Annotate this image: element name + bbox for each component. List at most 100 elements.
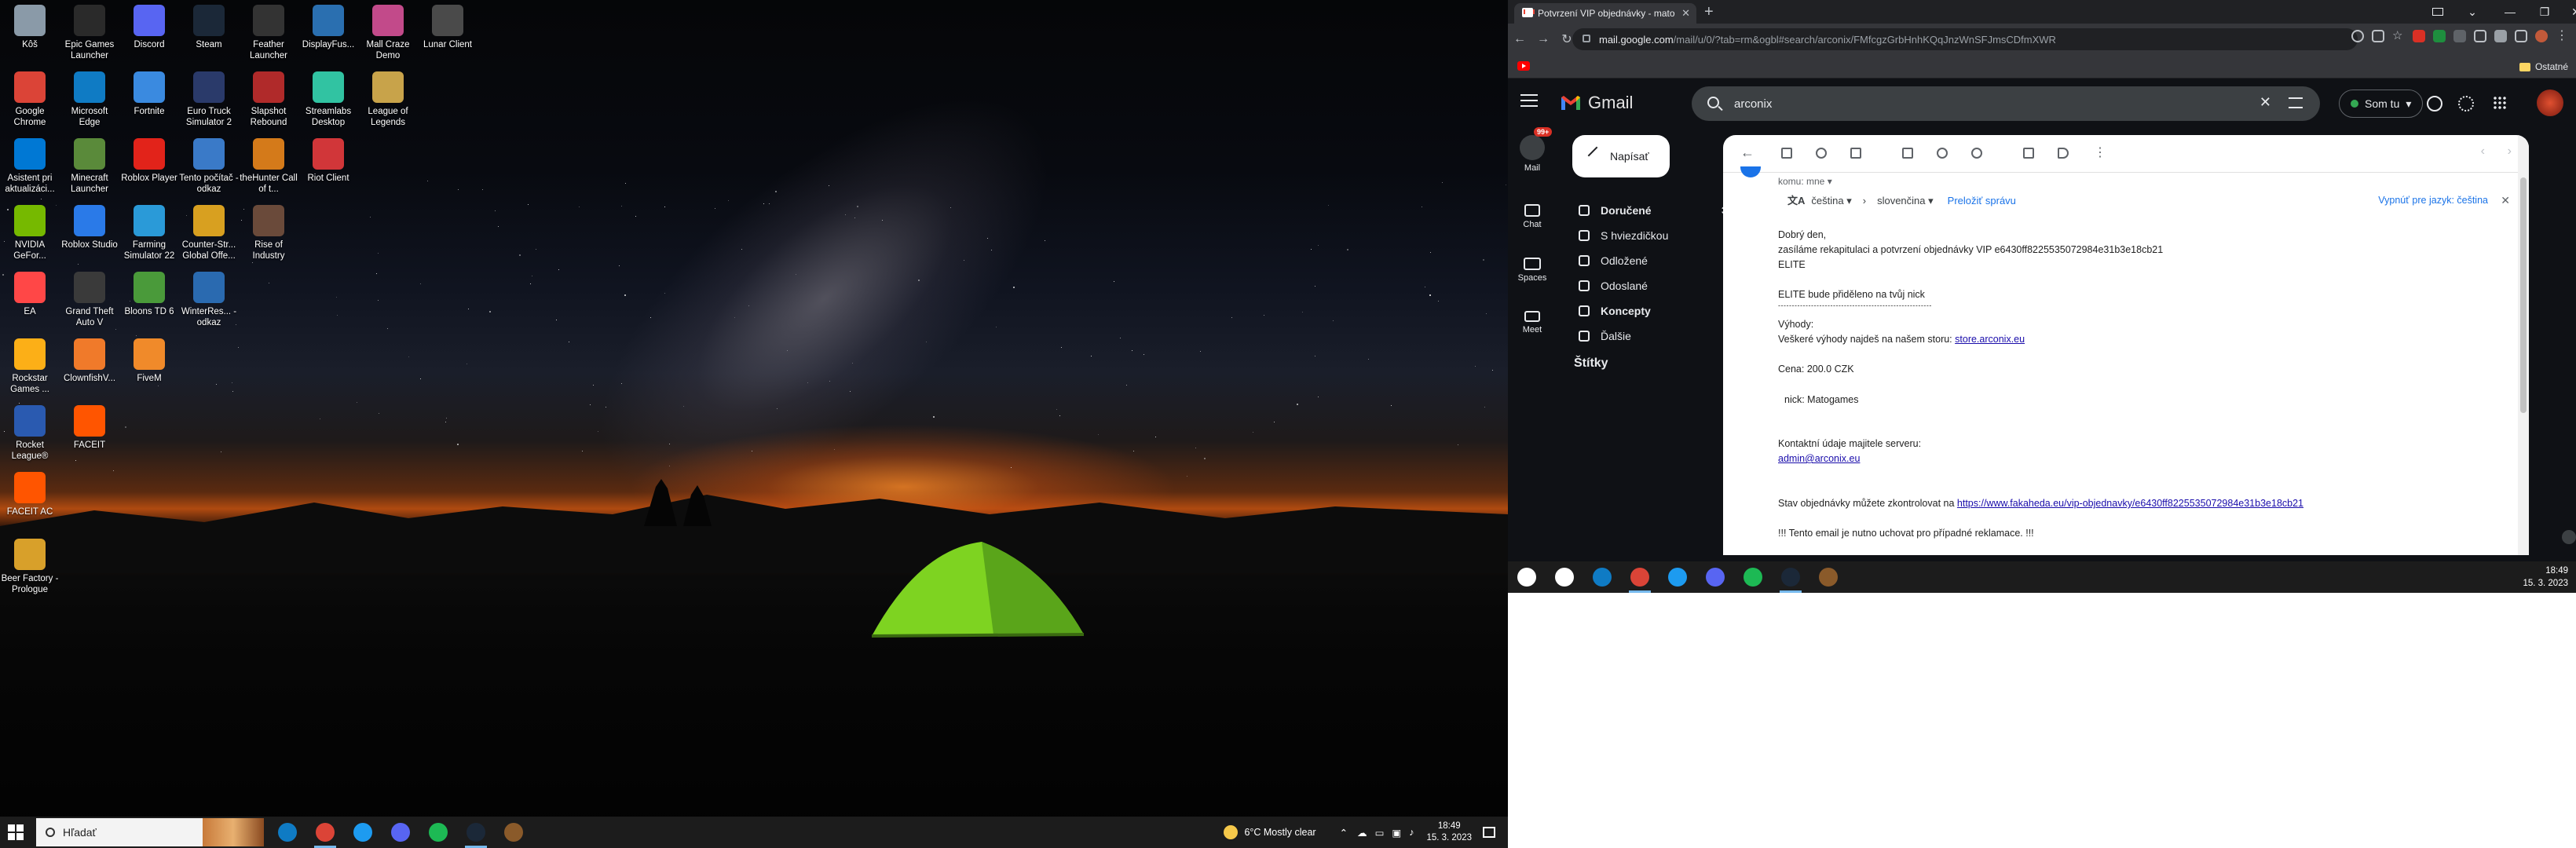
desktop-icon[interactable]: Mall Craze Demo <box>358 5 418 61</box>
desktop-icon[interactable]: Kôš <box>0 5 60 50</box>
desktop-icon[interactable]: Lunar Client <box>418 5 478 50</box>
close-translate-icon[interactable]: ✕ <box>2501 193 2510 208</box>
translate-to-select[interactable]: slovenčina ▾ <box>1877 193 1934 208</box>
status-dropdown[interactable]: Som tu ▾ <box>2339 90 2424 118</box>
taskbar-app-button[interactable] <box>1583 561 1621 593</box>
help-icon[interactable] <box>2427 96 2442 111</box>
extensions-puzzle-icon[interactable] <box>2494 30 2507 42</box>
delete-icon[interactable] <box>1850 148 1861 159</box>
side-panel-icon[interactable] <box>2515 30 2527 42</box>
settings-gear-icon[interactable] <box>2458 96 2474 111</box>
show-side-panel-icon[interactable] <box>2562 530 2576 544</box>
desktop-icon[interactable]: Euro Truck Simulator 2 <box>179 71 239 128</box>
new-tab-button[interactable]: + <box>1704 3 1714 20</box>
taskbar-search-box[interactable]: Hľadať <box>36 818 264 846</box>
desktop-icon[interactable]: Steam <box>179 5 239 50</box>
network-icon[interactable]: ▣ <box>1392 827 1401 839</box>
desktop-icon[interactable]: Grand Theft Auto V <box>60 272 119 328</box>
tab-close-icon[interactable]: ✕ <box>1681 7 1690 20</box>
desktop-icon[interactable]: Farming Simulator 22 <box>119 205 179 261</box>
taskbar-app-button[interactable] <box>495 817 532 848</box>
taskbar-app-button[interactable] <box>306 817 344 848</box>
profile-icon[interactable] <box>2422 0 2453 24</box>
archive-icon[interactable] <box>1781 148 1792 159</box>
taskbar-app-button[interactable] <box>1772 561 1809 593</box>
nav-item[interactable]: Odoslané <box>1557 273 1745 298</box>
store-link[interactable]: store.arconix.eu <box>1955 334 2025 345</box>
desktop-icon[interactable]: Roblox Player <box>119 138 179 184</box>
address-bar[interactable]: mail.google.com/mail/u/0/?tab=rm&ogbl#se… <box>1572 28 2358 50</box>
report-spam-icon[interactable] <box>1816 148 1827 159</box>
desktop-icon[interactable]: Microsoft Edge <box>60 71 119 128</box>
desktop-icon[interactable]: NVIDIA GeFor... <box>0 205 60 261</box>
desktop-icon[interactable]: Discord <box>119 5 179 50</box>
extension-green-icon[interactable] <box>2433 30 2446 42</box>
rail-mail[interactable]: 99+ Mail <box>1508 127 1557 173</box>
message-scrollbar[interactable] <box>2518 135 2529 555</box>
desktop-icon[interactable]: WinterRes... - odkaz <box>179 272 239 328</box>
turn-off-translate-link[interactable]: Vypnúť pre jazyk: čeština <box>2378 193 2488 208</box>
rail-meet[interactable]: Meet <box>1508 305 1557 334</box>
taskbar-app-button[interactable] <box>344 817 382 848</box>
nav-item[interactable]: Koncepty4 <box>1557 298 1745 323</box>
forward-button[interactable]: → <box>1531 32 1555 46</box>
clear-search-icon[interactable]: ✕ <box>2259 94 2271 111</box>
compose-button[interactable]: Napísať <box>1572 135 1670 177</box>
account-avatar[interactable] <box>2537 90 2563 116</box>
desktop-icon[interactable]: Streamlabs Desktop <box>298 71 358 128</box>
taskbar-app-button[interactable] <box>1734 561 1772 593</box>
notification-icon[interactable] <box>1483 827 1495 838</box>
desktop-icon[interactable]: Riot Client <box>298 138 358 184</box>
gmail-logo[interactable]: Gmail <box>1560 93 1633 113</box>
translate-message-link[interactable]: Preložiť správu <box>1948 193 2016 208</box>
clock-right[interactable]: 18:49 15. 3. 2023 <box>2523 565 2568 590</box>
taskbar-app-button[interactable] <box>1621 561 1659 593</box>
more-options-icon[interactable]: ⋮ <box>2094 144 2106 160</box>
desktop-icon[interactable]: ClownfishV... <box>60 338 119 384</box>
bookmark-star-icon[interactable]: ☆ <box>2392 30 2405 42</box>
chevron-up-icon[interactable]: ⌃ <box>1340 827 1348 839</box>
share-icon[interactable] <box>2372 30 2384 42</box>
rail-chat[interactable]: Chat <box>1508 198 1557 229</box>
menu-dots-icon[interactable]: ⋮ <box>2556 30 2568 42</box>
desktop-icon[interactable]: Slapshot Rebound <box>239 71 298 128</box>
clock-left[interactable]: 18:49 15. 3. 2023 <box>1426 821 1472 844</box>
main-menu-icon[interactable] <box>1520 94 1538 111</box>
taskbar-app-button[interactable] <box>1696 561 1734 593</box>
older-icon[interactable]: › <box>2508 144 2512 159</box>
desktop-icon[interactable]: Feather Launcher <box>239 5 298 61</box>
move-to-icon[interactable] <box>2023 148 2034 159</box>
back-button[interactable]: ← <box>1508 32 1531 46</box>
desktop-icon[interactable]: Rockstar Games ... <box>0 338 60 395</box>
desktop-icon[interactable]: Rocket League® <box>0 405 60 462</box>
back-arrow-icon[interactable]: ← <box>1740 144 1755 161</box>
desktop-icon[interactable]: Bloons TD 6 <box>119 272 179 317</box>
desktop-icon[interactable]: Roblox Studio <box>60 205 119 250</box>
desktop-icon[interactable]: FACEIT <box>60 405 119 451</box>
desktop-icon[interactable]: Minecraft Launcher <box>60 138 119 195</box>
desktop-icon[interactable]: theHunter Call of t... <box>239 138 298 195</box>
weather-text[interactable]: 6°C Mostly clear <box>1244 827 1315 838</box>
translate-from-select[interactable]: čeština ▾ <box>1811 193 1851 208</box>
minimize-button[interactable]: — <box>2494 0 2526 24</box>
tab-search-icon[interactable]: ⌄ <box>2457 0 2488 24</box>
add-task-icon[interactable] <box>1971 148 1982 159</box>
newer-icon[interactable]: ‹ <box>2481 144 2485 159</box>
search-options-icon[interactable] <box>2289 97 2303 108</box>
extension-gray-icon[interactable] <box>2453 30 2466 42</box>
taskbar-app-button[interactable] <box>1508 561 1546 593</box>
mail-search-input[interactable]: arconix ✕ <box>1692 86 2320 121</box>
start-button[interactable] <box>0 817 31 848</box>
desktop-icon[interactable]: Counter-Str... Global Offe... <box>179 205 239 261</box>
taskbar-app-button[interactable] <box>1659 561 1696 593</box>
desktop-icon[interactable]: FACEIT AC <box>0 472 60 517</box>
desktop-icon[interactable]: Beer Factory - Prologue <box>0 539 60 595</box>
desktop-icon[interactable]: Epic Games Launcher <box>60 5 119 61</box>
desktop-icon[interactable]: EA <box>0 272 60 317</box>
desktop-icon[interactable]: Tento počítač - odkaz <box>179 138 239 195</box>
tab-gmail[interactable]: Potvrzení VIP objednávky - mato ✕ <box>1514 3 1696 24</box>
close-window-button[interactable]: ✕ <box>2560 0 2576 24</box>
desktop-icon[interactable]: Google Chrome <box>0 71 60 128</box>
desktop-icon[interactable]: Rise of Industry <box>239 205 298 261</box>
youtube-bookmark-icon[interactable] <box>1517 61 1530 71</box>
